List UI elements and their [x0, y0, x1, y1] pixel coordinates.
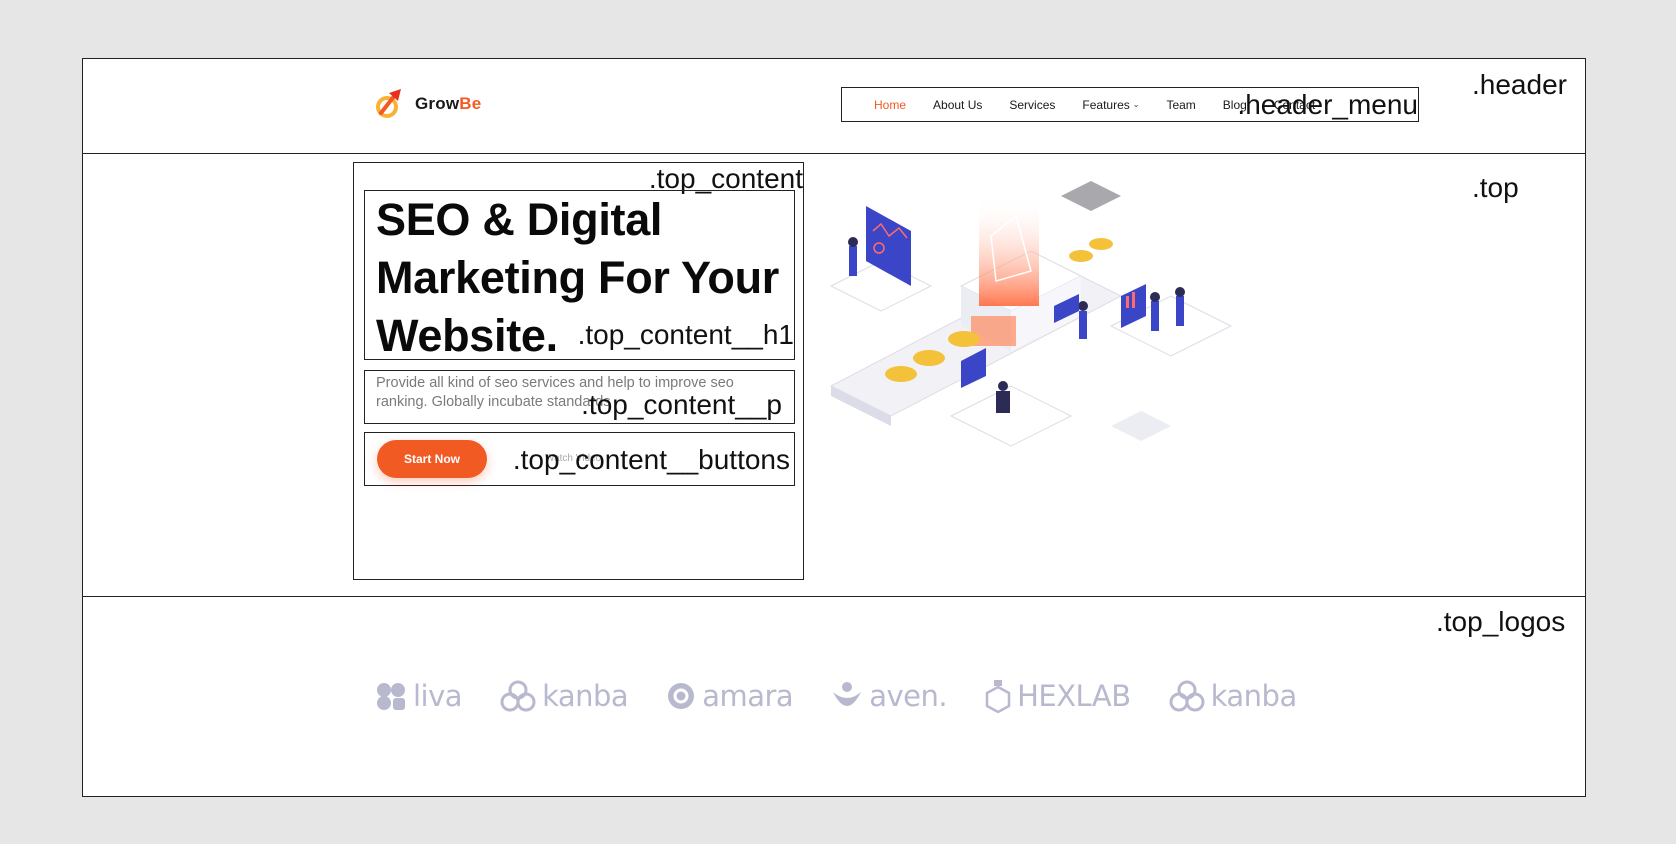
rocket-arrow-icon: [376, 89, 401, 118]
nav-team[interactable]: Team: [1166, 98, 1195, 112]
top-content-class-label: .top_content: [648, 163, 803, 194]
liva-logo-icon: [377, 683, 405, 710]
client-logo-label: HEXLAB: [1017, 679, 1131, 713]
p-class-label: .top_content__p: [581, 389, 782, 420]
client-logo: HEXLAB: [985, 679, 1131, 713]
brand-name: GrowBe: [415, 94, 481, 114]
client-logo: liva: [375, 679, 463, 713]
nav-services[interactable]: Services: [1009, 98, 1055, 112]
nav-features[interactable]: Features ⌄: [1082, 98, 1139, 112]
kanba-logo-icon: [1169, 680, 1205, 712]
top-class-label: .top: [1472, 172, 1519, 203]
brand-name-main: Grow: [415, 94, 460, 113]
aven-logo-icon: [833, 682, 862, 706]
client-logo-label: aven.: [869, 679, 948, 713]
client-logo: kanba: [1169, 679, 1297, 713]
page-frame: GrowBe Home About Us Services Features ⌄ …: [82, 58, 1586, 797]
hero-heading-line-1: SEO & Digital: [376, 194, 663, 245]
client-logo-label: liva: [413, 679, 463, 713]
header-menu-class-label: .header_menu: [1237, 89, 1418, 120]
header-menu: Home About Us Services Features ⌄ Team Bl…: [841, 87, 1419, 122]
top-section: .top_content SEO & Digital Marketing For…: [83, 154, 1585, 597]
nav-home[interactable]: Home: [874, 98, 906, 112]
client-logo-label: kanba: [1210, 679, 1298, 713]
top-content: .top_content SEO & Digital Marketing For…: [353, 162, 804, 580]
chevron-down-icon: ⌄: [1132, 100, 1140, 109]
header-class-label: .header: [1472, 69, 1567, 100]
client-logo: kanba: [500, 679, 629, 713]
kanba-logo-icon: [500, 680, 536, 712]
top-logos-class-label: .top_logos: [1436, 606, 1566, 637]
header: GrowBe Home About Us Services Features ⌄ …: [83, 59, 1585, 154]
start-now-button[interactable]: Start Now: [377, 440, 487, 478]
nav-about-us[interactable]: About Us: [933, 98, 982, 112]
nav-features-label: Features: [1082, 97, 1130, 112]
h1-class-label: .top_content__h1: [577, 319, 794, 350]
hero-heading-box: SEO & Digital Marketing For Your Website…: [364, 190, 795, 361]
hexlab-logo-icon: [985, 680, 1011, 713]
brand-logo[interactable]: GrowBe: [375, 87, 481, 121]
hero-paragraph-box: Provide all kind of seo services and hel…: [364, 370, 795, 424]
client-logo-row: liva kanba amara aven. HEXLAB kanba: [375, 679, 1335, 713]
brand-name-accent: Be: [459, 94, 482, 113]
client-logo: aven.: [831, 679, 948, 713]
top-logos-section: liva kanba amara aven. HEXLAB kanba .top…: [83, 597, 1585, 796]
client-logo: amara: [666, 679, 794, 713]
buttons-class-label: .top_content__buttons: [512, 444, 790, 475]
client-logo-label: amara: [702, 679, 794, 713]
hero-heading-line-2: Marketing For Your: [376, 252, 779, 303]
amara-logo-icon: [668, 683, 695, 709]
isometric-seo-illustration: [829, 181, 1233, 447]
hero-buttons-box: Start Now Watch Video .top_content__butt…: [364, 432, 795, 486]
client-logo-label: kanba: [542, 679, 629, 713]
